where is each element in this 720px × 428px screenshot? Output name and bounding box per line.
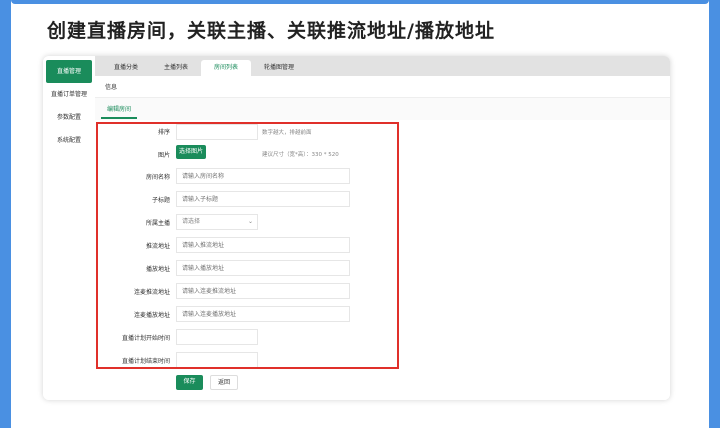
end-time-input[interactable]: [176, 352, 258, 368]
tab-banner-management[interactable]: 轮播图管理: [251, 60, 307, 76]
link-push-url-label: 连麦推流地址: [133, 289, 170, 296]
frame-top-border: [11, 0, 709, 4]
link-play-url-input[interactable]: [176, 306, 350, 322]
sidebar-item-live-management[interactable]: 直播管理: [46, 60, 92, 83]
subtitle-input[interactable]: [176, 191, 350, 207]
link-push-url-input[interactable]: [176, 283, 350, 299]
tab-edit-room[interactable]: 编辑房间: [101, 100, 138, 119]
choose-image-button[interactable]: 选择图片: [176, 145, 206, 159]
sidebar: 直播管理 直播订单管理 参数配置 系统配置: [43, 56, 96, 400]
start-time-label: 直播计划开始时间: [121, 335, 170, 342]
info-title: 信息: [95, 76, 670, 98]
play-url-label: 播放地址: [145, 266, 170, 273]
anchor-select[interactable]: 请选择 ⌄: [176, 214, 258, 230]
tab-live-category[interactable]: 直播分类: [101, 60, 151, 76]
save-button[interactable]: 保存: [176, 375, 203, 390]
room-name-input[interactable]: [176, 168, 350, 184]
sidebar-item-live-orders[interactable]: 直播订单管理: [43, 83, 95, 106]
tab-room-list[interactable]: 房间列表: [201, 60, 252, 76]
tab-bar: 直播分类 主播列表 房间列表 轮播图管理: [95, 56, 670, 76]
chevron-down-icon: ⌄: [247, 218, 253, 225]
room-name-label: 房间名称: [145, 174, 170, 181]
anchor-select-value: 请选择: [182, 218, 201, 225]
image-size-hint: 建议尺寸（宽*高）：330 * 520: [262, 152, 339, 158]
push-url-input[interactable]: [176, 237, 350, 253]
image-label: 图片: [157, 152, 170, 159]
back-button[interactable]: 返回: [210, 375, 238, 390]
sort-label: 排序: [157, 129, 170, 136]
tab-anchor-list[interactable]: 主播列表: [151, 60, 201, 76]
end-time-label: 直播计划结束时间: [121, 358, 170, 365]
push-url-label: 推流地址: [145, 243, 170, 250]
sidebar-item-params[interactable]: 参数配置: [43, 106, 95, 129]
frame-right-border: [709, 0, 720, 428]
start-time-input[interactable]: [176, 329, 258, 345]
frame-left-border: [0, 0, 11, 428]
sort-hint: 数字越大，排越前面: [262, 130, 312, 136]
subtitle-label: 子标题: [151, 197, 170, 204]
sort-input[interactable]: [176, 124, 258, 140]
admin-window: 直播管理 直播订单管理 参数配置 系统配置 直播分类 主播列表 房间列表 轮播图…: [43, 56, 670, 400]
play-url-input[interactable]: [176, 260, 350, 276]
anchor-label: 所属主播: [145, 220, 170, 227]
sidebar-item-system[interactable]: 系统配置: [43, 129, 95, 152]
page-heading: 创建直播房间，关联主播、关联推流地址/播放地址: [47, 20, 495, 42]
link-play-url-label: 连麦播放地址: [133, 312, 170, 319]
